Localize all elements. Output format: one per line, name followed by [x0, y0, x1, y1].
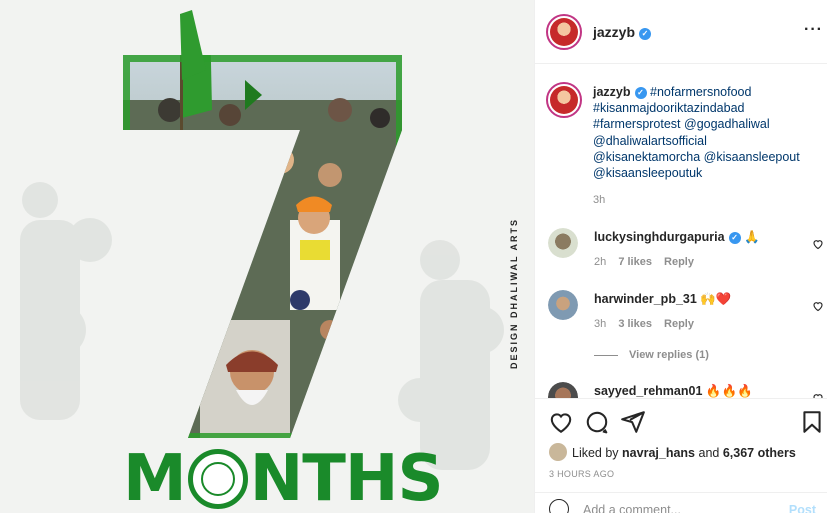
headline-letter: S: [397, 442, 443, 513]
likes-summary[interactable]: Liked by navraj_hans and 6,367 others: [549, 443, 796, 461]
commenter-avatar[interactable]: [548, 228, 578, 258]
post-timestamp[interactable]: 3 HOURS AGO: [549, 469, 614, 479]
verified-badge-icon: ✓: [639, 28, 652, 40]
comment-text: 🔥🔥🔥: [705, 384, 753, 398]
reply-button[interactable]: Reply: [664, 318, 694, 330]
caption-tag[interactable]: #nofarmersnofood: [650, 85, 751, 99]
caption-time[interactable]: 3h: [593, 194, 605, 206]
comment-text: 🙏: [744, 230, 760, 244]
comment-item: luckysinghdurgapuria ✓ 🙏 2h 7 likes Reply: [548, 228, 823, 288]
headline-letter: N: [249, 442, 304, 513]
commenter-avatar[interactable]: [548, 382, 578, 398]
comment-heart-icon[interactable]: [812, 238, 824, 250]
post-header: jazzyb ✓ ···: [535, 0, 827, 64]
caption-text: jazzyb ✓ #nofarmersnofood #kisanmajdoorik…: [593, 84, 818, 181]
comment-heart-icon[interactable]: [812, 300, 824, 312]
caption-tag[interactable]: #farmersprotest @gogadhaliwal: [593, 117, 770, 131]
caption-tag[interactable]: #kisanmajdooriktazindabad: [593, 101, 744, 115]
comment-text: 🙌❤️: [700, 292, 732, 306]
headline-letter: H: [344, 442, 399, 513]
paper-plane-icon[interactable]: [620, 409, 646, 435]
comment-meta: 2h 7 likes Reply: [594, 256, 703, 268]
bookmark-icon[interactable]: [799, 409, 825, 435]
liker-username[interactable]: navraj_hans: [622, 446, 695, 460]
post-side-panel: jazzyb ✓ ··· jazzyb ✓ #nofarmersnofood #ki…: [534, 0, 827, 513]
verified-badge-icon: ✓: [728, 232, 741, 244]
comment-item-partial: sayyed_rehman01 🔥🔥🔥: [535, 380, 827, 398]
reply-button[interactable]: Reply: [664, 256, 694, 268]
verified-badge-icon: ✓: [634, 87, 647, 99]
comment-line: sayyed_rehman01 🔥🔥🔥: [594, 384, 753, 398]
post-actions: Liked by navraj_hans and 6,367 others 3 …: [535, 398, 827, 513]
caption-avatar[interactable]: [546, 82, 582, 118]
replies-divider: [594, 354, 618, 356]
comment-line: harwinder_pb_31 🙌❤️: [594, 292, 731, 307]
more-dots-icon[interactable]: ···: [804, 21, 822, 41]
protest-artwork: [20, 10, 504, 470]
comment-likes[interactable]: 3 likes: [618, 318, 652, 330]
post-image[interactable]: DESIGN DHALIWAL ARTS M N T H S: [0, 0, 534, 513]
author-username[interactable]: jazzyb ✓: [593, 24, 652, 40]
caption-tag[interactable]: @dhaliwalartsofficial: [593, 134, 707, 148]
liker-avatar[interactable]: [549, 443, 567, 461]
caption-tag[interactable]: @kisanektamorcha @kisaansleepout: [593, 150, 800, 164]
likes-others[interactable]: 6,367 others: [723, 446, 796, 460]
design-credit: DESIGN DHALIWAL ARTS: [509, 218, 519, 370]
comment-time[interactable]: 3h: [594, 318, 606, 330]
view-replies-button[interactable]: View replies (1): [594, 349, 709, 361]
comment-likes[interactable]: 7 likes: [618, 256, 652, 268]
comment-line: luckysinghdurgapuria ✓ 🙏: [594, 230, 760, 245]
caption-username[interactable]: jazzyb: [593, 85, 631, 99]
comment-input[interactable]: Add a comment...: [583, 503, 681, 513]
months-headline: M N T H S: [123, 442, 444, 513]
author-avatar[interactable]: [546, 14, 582, 50]
comment-meta: 3h 3 likes Reply: [594, 318, 703, 330]
add-comment-bar: Add a comment... Post: [535, 492, 827, 513]
commenter-avatar[interactable]: [548, 290, 578, 320]
commenter-username[interactable]: luckysinghdurgapuria: [594, 230, 725, 244]
comment-item: sayyed_rehman01 🔥🔥🔥: [548, 382, 823, 398]
emoji-icon[interactable]: [549, 499, 569, 513]
post-comment-button[interactable]: Post: [789, 503, 816, 513]
commenter-username[interactable]: sayyed_rehman01: [594, 384, 702, 398]
comment-time[interactable]: 2h: [594, 256, 606, 268]
heart-icon[interactable]: [548, 409, 574, 435]
comment-item: harwinder_pb_31 🙌❤️ 3h 3 likes Reply: [548, 290, 823, 350]
headline-letter: T: [302, 442, 346, 513]
caption-tag[interactable]: @kisaansleepoutuk: [593, 166, 702, 180]
comment-icon[interactable]: [584, 409, 610, 435]
union-seal-logo: [187, 449, 248, 509]
headline-letter: M: [123, 442, 187, 513]
commenter-username[interactable]: harwinder_pb_31: [594, 292, 697, 306]
